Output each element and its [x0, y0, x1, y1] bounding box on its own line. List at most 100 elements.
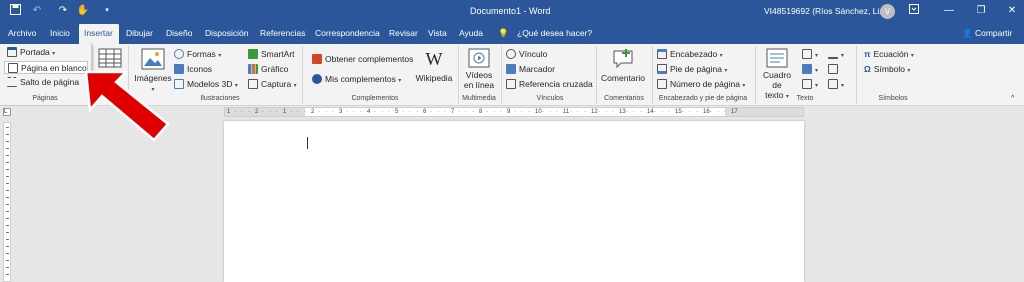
ruler-tick-label: · [724, 109, 726, 115]
restore-icon[interactable]: ❐ [972, 4, 990, 18]
ruler-tick-label: · [346, 109, 348, 115]
ribbon-options-icon[interactable] [905, 4, 923, 18]
document-page[interactable] [224, 121, 804, 282]
ruler-tick-label: · [290, 109, 292, 115]
ruler-tick-label: 5 [395, 109, 399, 115]
ruler-tick-label: · [577, 109, 579, 115]
smartart-button[interactable]: SmartArt [248, 47, 295, 61]
tab-revisar[interactable]: Revisar [387, 24, 420, 44]
comment-icon [613, 49, 633, 69]
group-label-text: Texto [796, 95, 814, 102]
vertical-ruler-tick [6, 134, 9, 135]
ruler-tick-label: · [500, 109, 502, 115]
cover-page-button[interactable]: Portada ▾ [4, 46, 88, 59]
tab-inicio[interactable]: Inicio [48, 24, 72, 44]
tab-insertar[interactable]: Insertar [79, 24, 119, 44]
vertical-ruler-tick [6, 190, 9, 191]
page-number-button[interactable]: Número de página ▾ [657, 77, 745, 91]
object-icon[interactable]: ▾ [828, 77, 844, 91]
quick-parts-icon[interactable]: ▾ [802, 47, 818, 61]
smartart-icon [248, 49, 258, 59]
ruler-tick-label: · [304, 109, 306, 115]
user-name[interactable]: VI48519692 (Ríos Sánchez, Liz) [764, 6, 886, 16]
ruler-tick-label: 15 [675, 109, 682, 115]
shapes-icon [174, 49, 184, 59]
customize-icon[interactable]: ▾ [100, 4, 114, 18]
wikipedia-button[interactable]: W Wikipedia [414, 48, 454, 83]
separator [755, 46, 756, 104]
textbox-button[interactable]: Cuadro de texto ▾ [758, 48, 796, 102]
blank-page-icon [8, 63, 18, 73]
minimize-icon[interactable]: — [940, 4, 958, 18]
tab-selector-icon[interactable]: L [3, 108, 11, 116]
icons-icon [174, 64, 184, 74]
tab-dibujar[interactable]: Dibujar [124, 24, 155, 44]
group-label-illustrations: Ilustraciones [200, 95, 240, 102]
drop-cap-icon[interactable]: ▾ [802, 77, 818, 91]
touch-mode-icon[interactable]: ✋ [76, 4, 90, 18]
vertical-ruler-tick [6, 176, 9, 177]
screenshot-button[interactable]: Captura ▾ [248, 77, 297, 91]
ruler-tick-label: · [514, 109, 516, 115]
tab-ayuda[interactable]: Ayuda [457, 24, 485, 44]
page-break-button[interactable]: Salto de página [4, 76, 88, 89]
footer-button[interactable]: Pie de página ▾ [657, 62, 727, 76]
symbol-button[interactable]: Ω Símbolo ▾ [864, 62, 910, 76]
vertical-scrollbar[interactable] [1014, 106, 1024, 282]
get-addins-button[interactable]: Obtener complementos [312, 52, 413, 66]
share-button[interactable]: 👤 Compartir [962, 28, 1012, 39]
redo-icon[interactable]: ↷ [56, 4, 70, 18]
wordart-icon[interactable]: ▾ [802, 62, 818, 76]
tab-archivo[interactable]: Archivo [6, 24, 38, 44]
ruler-tick-label: · [444, 109, 446, 115]
vertical-ruler-tick [6, 267, 9, 268]
cross-reference-button[interactable]: Referencia cruzada [506, 77, 593, 91]
save-icon[interactable] [8, 4, 22, 18]
tab-diseno[interactable]: Diseño [164, 24, 194, 44]
horizontal-ruler[interactable]: 1 · · · 2 · · · 1 · · · 2 · · · 3 · · · 4 · · · 5 · · · 6 · · · 7 · · · 8 · · ·… [224, 107, 804, 117]
blank-page-button[interactable]: Página en blanco [4, 61, 88, 74]
tab-correspondencia[interactable]: Correspondencia [313, 24, 382, 44]
group-label-comments: Comentarios [604, 95, 644, 102]
close-icon[interactable]: ✕ [1003, 4, 1021, 18]
ruler-tick-label: · [542, 109, 544, 115]
ruler-tick-label: · [640, 109, 642, 115]
signature-line-icon[interactable]: ▾ [828, 47, 844, 61]
ruler-tick-label: · [402, 109, 404, 115]
date-time-icon[interactable] [828, 62, 841, 76]
ruler-tick-label: · [430, 109, 432, 115]
tab-disposicion[interactable]: Disposición [203, 24, 250, 44]
chart-button[interactable]: Gráfico [248, 62, 288, 76]
link-button[interactable]: Vínculo [506, 47, 547, 61]
tab-vista[interactable]: Vista [426, 24, 449, 44]
wikipedia-icon: W [425, 49, 443, 69]
icons-button[interactable]: Iconos [174, 62, 212, 76]
my-addins-button[interactable]: Mis complementos ▾ [312, 72, 401, 86]
ruler-tick-label: · [486, 109, 488, 115]
ruler-tick-label: 2 [255, 109, 259, 115]
3d-models-button[interactable]: Modelos 3D ▾ [174, 77, 238, 91]
store-icon [312, 54, 322, 64]
equation-button[interactable]: π Ecuación ▾ [864, 47, 914, 61]
avatar[interactable]: V [880, 4, 895, 19]
ruler-tick-label: · [325, 109, 327, 115]
ruler-tick-label: 9 [507, 109, 511, 115]
undo-icon[interactable]: ↶ [30, 4, 44, 18]
vertical-ruler[interactable] [3, 122, 11, 282]
header-button[interactable]: Encabezado ▾ [657, 47, 723, 61]
tell-me-search[interactable]: ¿Qué desea hacer? [515, 24, 594, 44]
ruler-tick-label: · [241, 109, 243, 115]
ruler-tick-label: · [710, 109, 712, 115]
tab-referencias[interactable]: Referencias [258, 24, 307, 44]
ruler-tick-label: 7 [451, 109, 455, 115]
ruler-tick-label: · [269, 109, 271, 115]
online-video-button[interactable]: Vídeos en línea [460, 48, 498, 90]
bookmark-button[interactable]: Marcador [506, 62, 555, 76]
lightbulb-icon: 💡 [498, 28, 509, 38]
collapse-ribbon-icon[interactable]: ^ [1011, 92, 1014, 106]
ruler-tick-label: · [374, 109, 376, 115]
shapes-button[interactable]: Formas ▾ [174, 47, 221, 61]
link-icon [506, 49, 516, 59]
comment-button[interactable]: Comentario [600, 48, 646, 83]
ruler-tick-label: · [633, 109, 635, 115]
